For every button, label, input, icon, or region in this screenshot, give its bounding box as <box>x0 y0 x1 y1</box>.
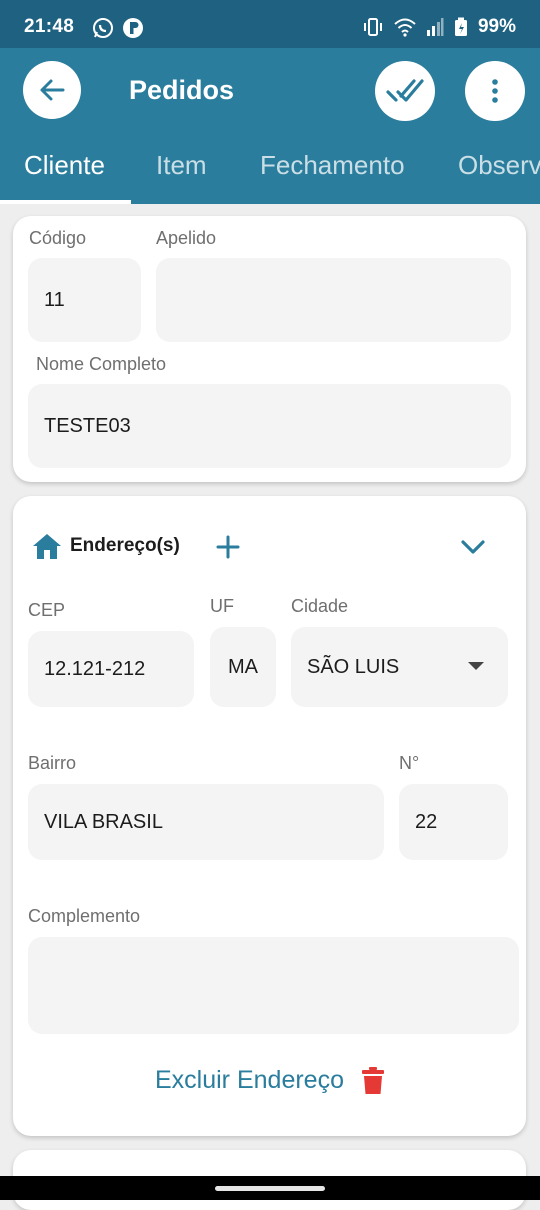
whatsapp-icon <box>93 18 113 38</box>
notification-icons <box>92 17 144 39</box>
double-check-icon <box>386 79 424 102</box>
plus-icon <box>216 535 240 559</box>
wifi-icon <box>394 18 416 37</box>
collapse-address-button[interactable] <box>457 532 489 562</box>
cep-value: 12.121-212 <box>44 657 146 680</box>
cidade-value: SÃO LUIS <box>307 655 400 678</box>
tab-item[interactable]: Item <box>156 150 207 181</box>
complemento-field[interactable] <box>28 937 519 1034</box>
home-icon <box>33 534 61 559</box>
page-title: Pedidos <box>129 75 235 105</box>
more-options-button[interactable] <box>465 61 525 121</box>
client-card: Código 11 Apelido Nome Completo TESTE03 <box>13 216 526 482</box>
apelido-label: Apelido <box>156 228 217 248</box>
status-time: 21:48 <box>24 16 75 37</box>
battery-icon <box>454 17 467 36</box>
confirm-button[interactable] <box>375 61 435 121</box>
cidade-label: Cidade <box>291 596 349 616</box>
app-bar: Pedidos Cliente Item Fechamento Observ <box>0 48 540 204</box>
complemento-label: Complemento <box>28 906 141 926</box>
system-navigation-bar <box>0 1176 540 1200</box>
cep-field[interactable]: 12.121-212 <box>28 631 194 707</box>
nome-completo-field[interactable]: TESTE03 <box>28 384 511 468</box>
bairro-field[interactable]: VILA BRASIL <box>28 784 384 860</box>
bairro-label: Bairro <box>28 753 77 773</box>
nome-completo-value: TESTE03 <box>44 414 131 437</box>
tab-bar: Cliente Item Fechamento Observ <box>0 144 540 204</box>
uf-value: MA <box>228 655 258 678</box>
delete-address-button[interactable]: Excluir Endereço <box>13 1066 526 1095</box>
tab-fechamento[interactable]: Fechamento <box>260 150 405 181</box>
uf-field[interactable]: MA <box>210 627 276 707</box>
codigo-label: Código <box>29 228 87 248</box>
battery-percentage: 99% <box>477 16 516 37</box>
cidade-select[interactable]: SÃO LUIS <box>291 627 508 707</box>
add-address-button[interactable] <box>213 532 243 562</box>
codigo-value: 11 <box>44 288 65 311</box>
address-card: Endereço(s) CEP 12.121-212 UF MA Cidade … <box>13 496 526 1136</box>
dropdown-arrow-icon <box>468 662 484 670</box>
address-title: Endereço(s) <box>70 535 180 556</box>
chevron-down-icon <box>461 540 485 554</box>
tab-observacoes[interactable]: Observ <box>458 150 540 181</box>
nome-completo-label: Nome Completo <box>36 354 167 374</box>
status-bar: 21:48 99% <box>0 0 540 48</box>
delete-address-label: Excluir Endereço <box>155 1066 344 1094</box>
apelido-field[interactable] <box>156 258 511 342</box>
trash-icon <box>361 1066 384 1094</box>
vibrate-icon <box>363 18 382 36</box>
system-icons: 99% <box>362 16 516 38</box>
back-button[interactable] <box>23 61 81 119</box>
numero-field[interactable]: 22 <box>399 784 508 860</box>
more-vert-icon <box>492 79 498 103</box>
home-gesture-handle[interactable] <box>215 1186 325 1191</box>
signal-icon <box>426 18 444 36</box>
arrow-left-icon <box>40 79 65 101</box>
uf-label: UF <box>210 596 234 616</box>
codigo-field[interactable]: 11 <box>28 258 141 342</box>
cep-label: CEP <box>28 600 66 620</box>
active-tab-indicator <box>0 200 131 204</box>
address-header: Endereço(s) <box>32 532 180 560</box>
bairro-value: VILA BRASIL <box>44 810 163 833</box>
numero-value: 22 <box>415 810 438 833</box>
tab-cliente[interactable]: Cliente <box>24 150 105 181</box>
app-notification-icon <box>123 18 143 38</box>
numero-label: N° <box>399 753 420 773</box>
